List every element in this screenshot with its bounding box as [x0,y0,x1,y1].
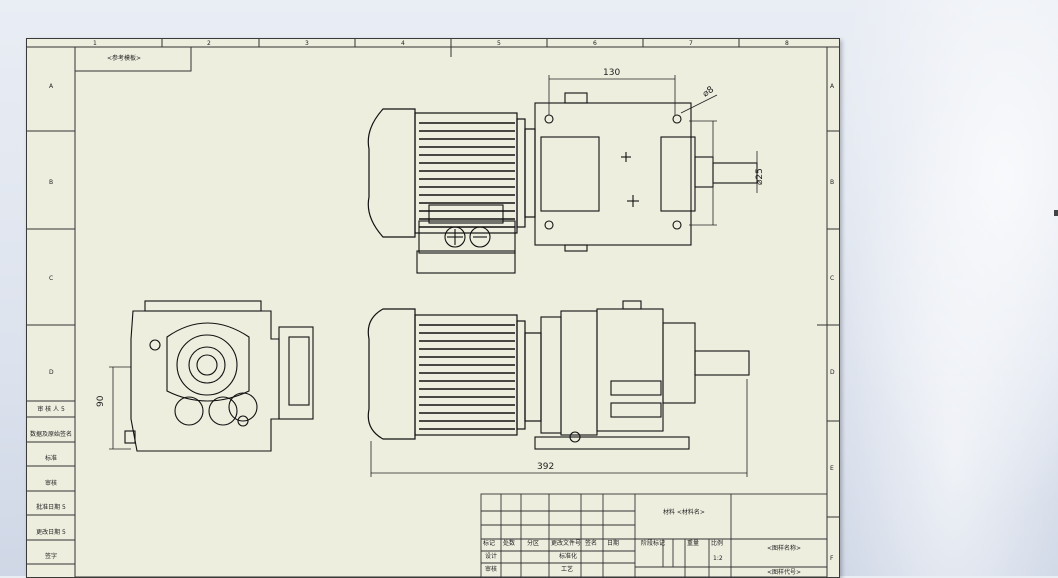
dim-dia25: ⌀25 [755,168,765,185]
row-B: B [49,179,54,186]
tb-scale: 比例 [711,540,724,547]
drawing-sheet[interactable]: 130 ⌀8 ⌀25 392 90 <参考模板> 1 2 3 4 5 6 7 8… [26,38,840,578]
tb-standard: 标准化 [559,553,578,560]
tb-stage: 阶段标记 [641,540,666,547]
dim-dia8: ⌀8 [701,85,716,100]
col-4: 4 [401,40,405,47]
tb-scale-value: 1:2 [713,555,723,562]
col-2: 2 [207,40,211,47]
col-8: 8 [785,40,789,47]
tb-header-docno: 更改文件号 [551,540,582,547]
front-view-motor [367,308,542,440]
tb-header-count: 处数 [503,540,516,547]
tb-header-zone: 分区 [527,540,540,547]
tb-weight: 重量 [687,540,700,547]
tb-designer: 设计 [485,553,498,560]
dim-130: 130 [603,68,620,78]
col-7: 7 [689,40,693,47]
col-5: 5 [497,40,501,47]
side-label-2: 数据及原始签名 [29,431,72,438]
tb-header-date: 日期 [607,540,620,547]
row-E-right: E [830,465,834,472]
row-A: A [49,83,54,90]
front-view-gearbox [534,300,750,450]
side-label-7: 签字 [44,553,57,560]
col-1: 1 [93,40,97,47]
top-view-motor [367,108,536,238]
row-F-right: F [830,555,834,562]
row-C-right: C [830,275,835,282]
top-view-gearbox [534,92,758,252]
tb-header-sign: 签名 [585,540,598,547]
side-label-6: 更改日期 5 [36,529,66,536]
side-label-3: 标准 [44,455,57,462]
inner-frame [74,46,828,577]
title-block [480,493,828,577]
tb-checker: 审核 [485,566,498,573]
side-label-5: 批准日期 5 [36,504,66,511]
col-3: 3 [305,40,309,47]
terminal-box [416,204,516,274]
drawing-canvas: 130 ⌀8 ⌀25 392 90 [27,39,839,577]
tb-header-mark: 标记 [483,540,496,547]
side-view-gearbox [124,300,314,452]
template-label: <参考模板> [107,55,142,62]
material-label: 材料 <材料名> [663,509,705,516]
dim-90: 90 [96,395,106,407]
tb-process: 工艺 [561,566,574,573]
row-B-right: B [830,179,835,186]
row-D-right: D [830,369,835,376]
side-label-1: 审 核 人 5 [37,406,65,413]
row-C: C [49,275,54,282]
col-6: 6 [593,40,597,47]
row-D: D [49,369,54,376]
dim-392: 392 [537,462,554,472]
row-A-right: A [830,83,835,90]
side-label-4: 审核 [44,480,57,487]
tb-drawing-name: <图样名称> [767,545,802,552]
window-edge-tab[interactable] [1054,210,1058,216]
